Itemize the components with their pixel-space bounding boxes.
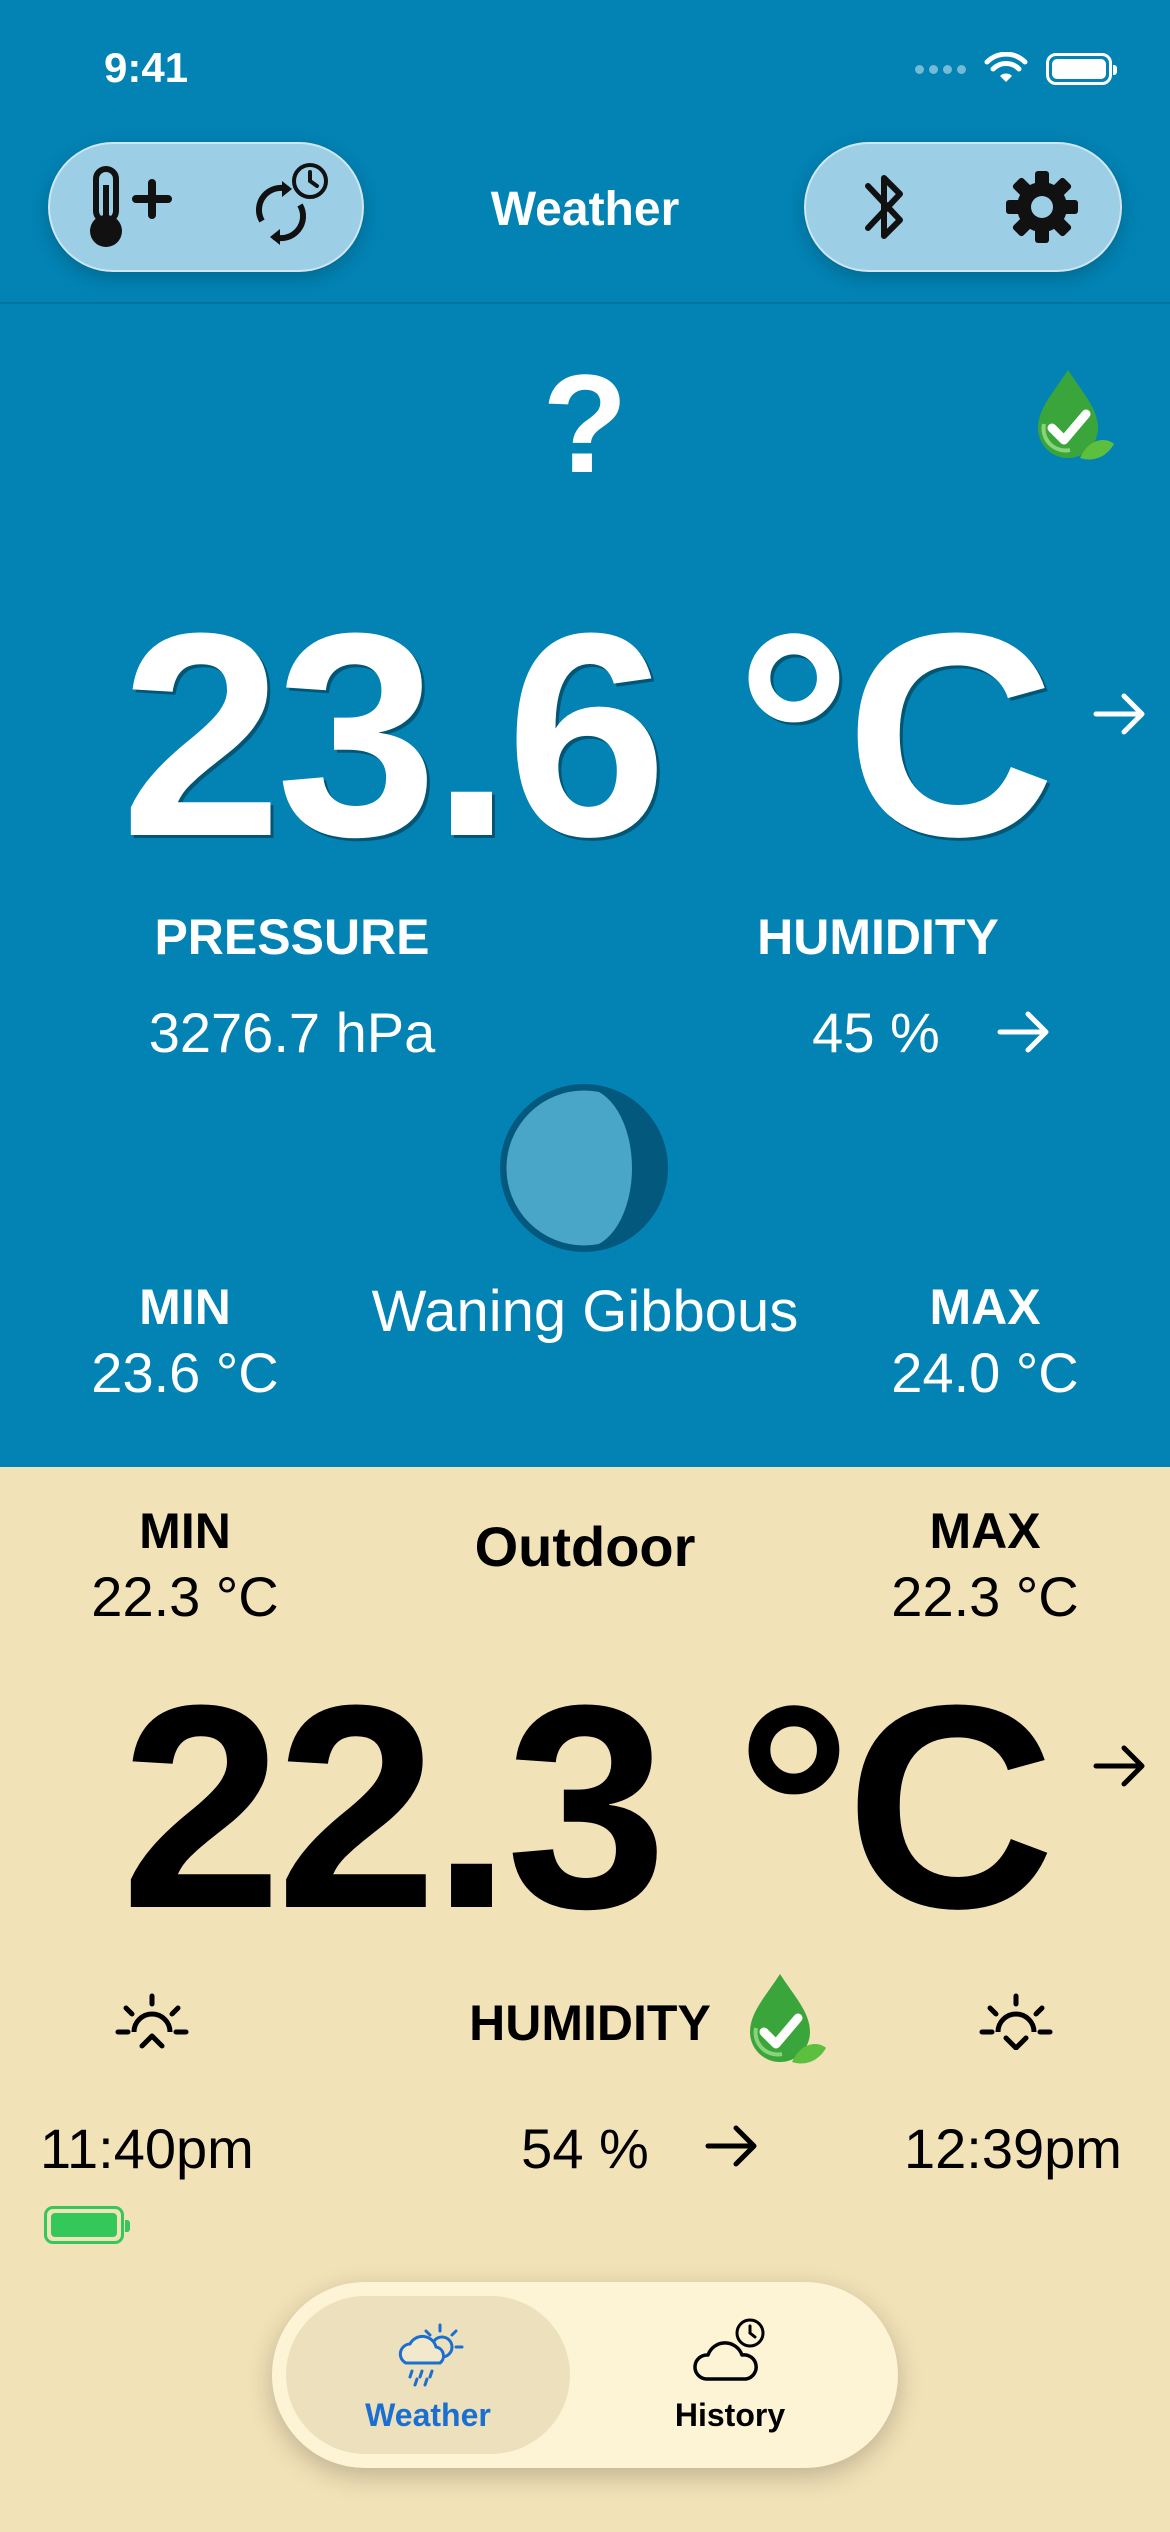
outdoor-min-label: MIN [139, 1503, 231, 1559]
tab-weather[interactable]: Weather [286, 2296, 570, 2454]
indoor-status-symbol: ? [542, 345, 628, 502]
indoor-max-value: 24.0 °C [891, 1341, 1079, 1404]
outdoor-max-label: MAX [929, 1503, 1041, 1559]
cloud-sun-rain-icon [398, 2323, 464, 2386]
outdoor-max-value: 22.3 °C [891, 1565, 1079, 1628]
sunrise-time: 12:39pm [904, 2117, 1122, 2180]
indoor-min-value: 23.6 °C [91, 1341, 279, 1404]
tab-weather-label: Weather [365, 2396, 491, 2433]
sunrise-icon [979, 1993, 1053, 2050]
outdoor-min-value: 22.3 °C [91, 1565, 279, 1628]
indoor-min-label: MIN [139, 1279, 231, 1335]
outdoor-humidity-label: HUMIDITY [469, 1995, 711, 2051]
indoor-humidity-value: 45 % [812, 1001, 940, 1064]
indoor-panel: 9:41 Weather ? 23.6 °C PRESSURE 3276.7 h… [0, 0, 1170, 1467]
gear-icon [1005, 171, 1078, 243]
cloud-clock-icon [693, 2318, 765, 2381]
pressure-value: 3276.7 hPa [148, 1001, 436, 1064]
leaf-drop-check-icon [1038, 370, 1114, 460]
indoor-max-label: MAX [929, 1279, 1041, 1335]
outdoor-humidity-value: 54 % [521, 2117, 649, 2180]
outdoor-leaf-drop-check-icon [750, 1974, 826, 2064]
indoor-temperature: 23.6 °C [120, 573, 1055, 897]
outdoor-title: Outdoor [474, 1515, 696, 1578]
sensor-battery-icon [44, 2206, 130, 2244]
moon-icon [500, 1084, 668, 1252]
status-time: 9:41 [104, 44, 189, 91]
nav-right-group [804, 142, 1122, 272]
outdoor-temperature-arrow-icon[interactable] [1090, 1736, 1150, 1796]
status-icons [915, 52, 1117, 86]
bluetooth-icon [864, 175, 903, 239]
tab-bar: Weather History [272, 2282, 898, 2468]
sunset-time: 11:40pm [40, 2117, 254, 2180]
indoor-temperature-arrow-icon[interactable] [1090, 684, 1150, 744]
indoor-humidity-arrow-icon[interactable] [994, 1004, 1054, 1060]
wifi-icon [984, 52, 1028, 82]
bluetooth-button[interactable] [830, 152, 940, 262]
tab-history-label: History [674, 2396, 786, 2433]
indoor-humidity-label: HUMIDITY [757, 909, 999, 965]
nav-divider [0, 302, 1170, 304]
cellular-dots-icon [915, 64, 966, 74]
outdoor-temperature: 22.3 °C [120, 1645, 1055, 1969]
sunset-icon [115, 1993, 189, 2049]
battery-icon [1046, 53, 1117, 85]
tab-history[interactable]: History [588, 2296, 872, 2454]
moon-phase-label: Waning Gibbous [371, 1279, 799, 1344]
pressure-label: PRESSURE [154, 909, 430, 965]
outdoor-humidity-arrow-icon[interactable] [702, 2118, 762, 2174]
settings-button[interactable] [987, 152, 1097, 262]
